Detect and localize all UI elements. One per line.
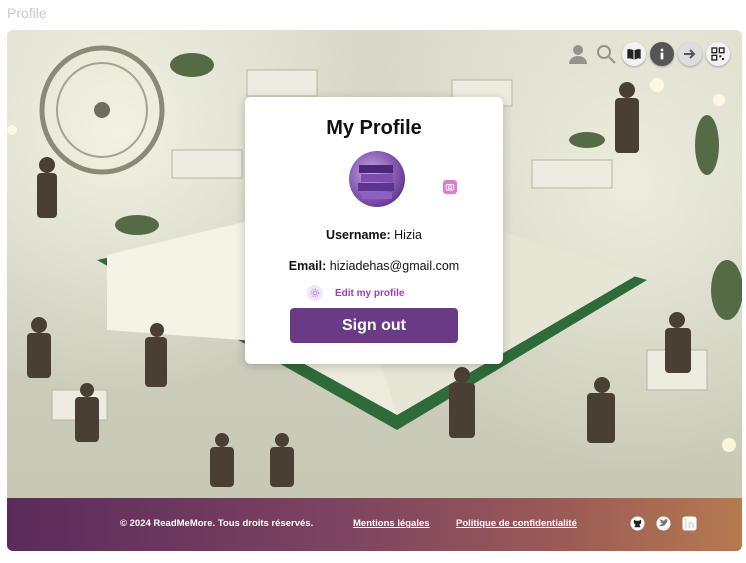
- username-value: Hizia: [394, 228, 422, 242]
- privacy-policy-link[interactable]: Politique de confidentialité: [456, 518, 577, 529]
- user-icon[interactable]: [566, 42, 590, 66]
- change-photo-button[interactable]: [443, 180, 457, 194]
- edit-profile-link[interactable]: Edit my profile: [307, 285, 404, 301]
- github-icon[interactable]: [629, 515, 646, 532]
- camera-icon: [445, 184, 455, 191]
- top-toolbar: [566, 42, 730, 66]
- avatar: [349, 151, 405, 207]
- linkedin-icon[interactable]: [681, 515, 698, 532]
- tab-title: Profile: [7, 5, 47, 21]
- profile-card: My Profile Username: Hizia Email: hiziad…: [245, 97, 503, 364]
- info-icon[interactable]: [650, 42, 674, 66]
- page-title: My Profile: [326, 117, 422, 139]
- edit-profile-label: Edit my profile: [335, 287, 405, 299]
- username-row: Username: Hizia: [245, 228, 503, 242]
- book-icon[interactable]: [622, 42, 646, 66]
- twitter-icon[interactable]: [655, 515, 672, 532]
- gear-icon: [307, 285, 323, 301]
- qr-code-icon[interactable]: [706, 42, 730, 66]
- app-window: My Profile Username: Hizia Email: hiziad…: [7, 30, 742, 551]
- email-label: Email:: [288, 259, 327, 273]
- footer: © 2024 ReadMeMore. Tous droits réservés.…: [7, 498, 742, 551]
- username-label: Username:: [326, 228, 391, 242]
- email-value: hiziadehas@gmail.com: [329, 259, 460, 273]
- legal-notice-link[interactable]: Mentions légales: [353, 518, 430, 529]
- arrow-right-icon[interactable]: [678, 42, 702, 66]
- email-row: Email: hiziadehas@gmail.com: [245, 259, 503, 273]
- search-icon[interactable]: [594, 42, 618, 66]
- sign-out-button[interactable]: Sign out: [290, 308, 458, 343]
- copyright-text: © 2024 ReadMeMore. Tous droits réservés.: [120, 518, 314, 529]
